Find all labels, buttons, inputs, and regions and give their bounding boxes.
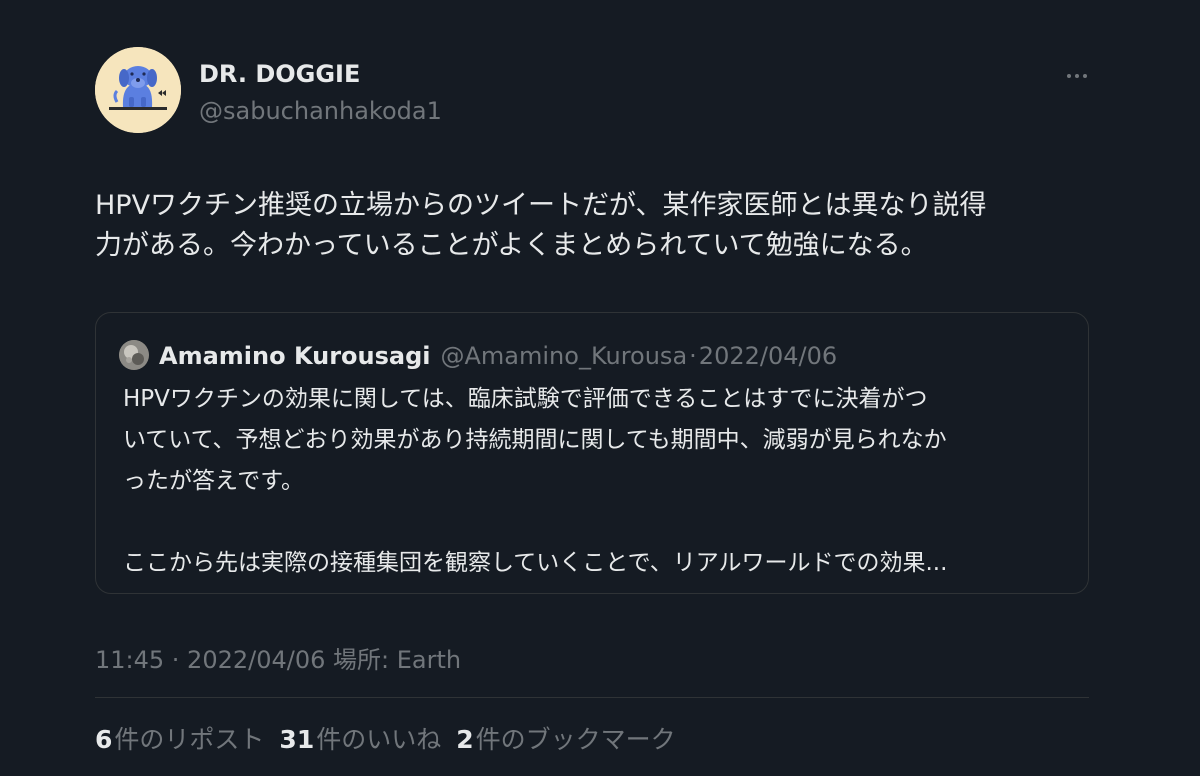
tweet-timestamp[interactable]: 11:45 · 2022/04/06 場所: Earth	[95, 640, 461, 675]
bookmarks-label: 件のブックマーク	[475, 725, 676, 754]
dog-avatar-icon	[95, 47, 181, 133]
author-handle[interactable]: @sabuchanhakoda1	[199, 97, 442, 125]
author-display-name[interactable]: DR. DOGGIE	[199, 60, 360, 88]
quoted-separator: ·	[689, 342, 697, 370]
reposts-label: 件のリポスト	[114, 725, 265, 754]
author-avatar[interactable]	[95, 47, 181, 133]
quoted-date: 2022/04/06	[698, 342, 838, 370]
engagement-stats: 6件のリポスト 31件のいいね 2件のブックマーク	[95, 720, 691, 756]
rabbit-avatar-icon	[119, 340, 149, 370]
quoted-tweet-text: HPVワクチンの効果に関しては、臨床試験で評価できることはすでに決着がつ いてい…	[123, 386, 948, 576]
quoted-tweet-header: Amamino Kurousagi @Amamino_Kurousa · 202…	[159, 340, 837, 372]
divider	[95, 697, 1089, 698]
quoted-tweet-card[interactable]: Amamino Kurousagi @Amamino_Kurousa · 202…	[95, 312, 1089, 594]
tweet-text: HPVワクチン推奨の立場からのツイートだが、某作家医師とは異なり説得 力がある。…	[95, 190, 987, 261]
bookmarks-stat[interactable]: 2件のブックマーク	[456, 720, 675, 756]
more-dot	[1067, 74, 1071, 78]
likes-label: 件のいいね	[316, 725, 442, 754]
reposts-stat[interactable]: 6件のリポスト	[95, 720, 264, 756]
reposts-count: 6	[95, 725, 113, 754]
more-options-icon[interactable]	[1059, 62, 1095, 90]
quoted-author-avatar	[119, 340, 149, 370]
tweet-detail: DR. DOGGIE @sabuchanhakoda1 HPVワクチン推奨の立場…	[0, 0, 1200, 776]
quoted-author-name: Amamino Kurousagi	[159, 342, 431, 370]
more-dot	[1083, 74, 1087, 78]
quoted-author-handle: @Amamino_Kurousa	[440, 342, 688, 370]
likes-count: 31	[279, 725, 315, 754]
likes-stat[interactable]: 31件のいいね	[279, 720, 441, 756]
more-dot	[1075, 74, 1079, 78]
bookmarks-count: 2	[456, 725, 474, 754]
